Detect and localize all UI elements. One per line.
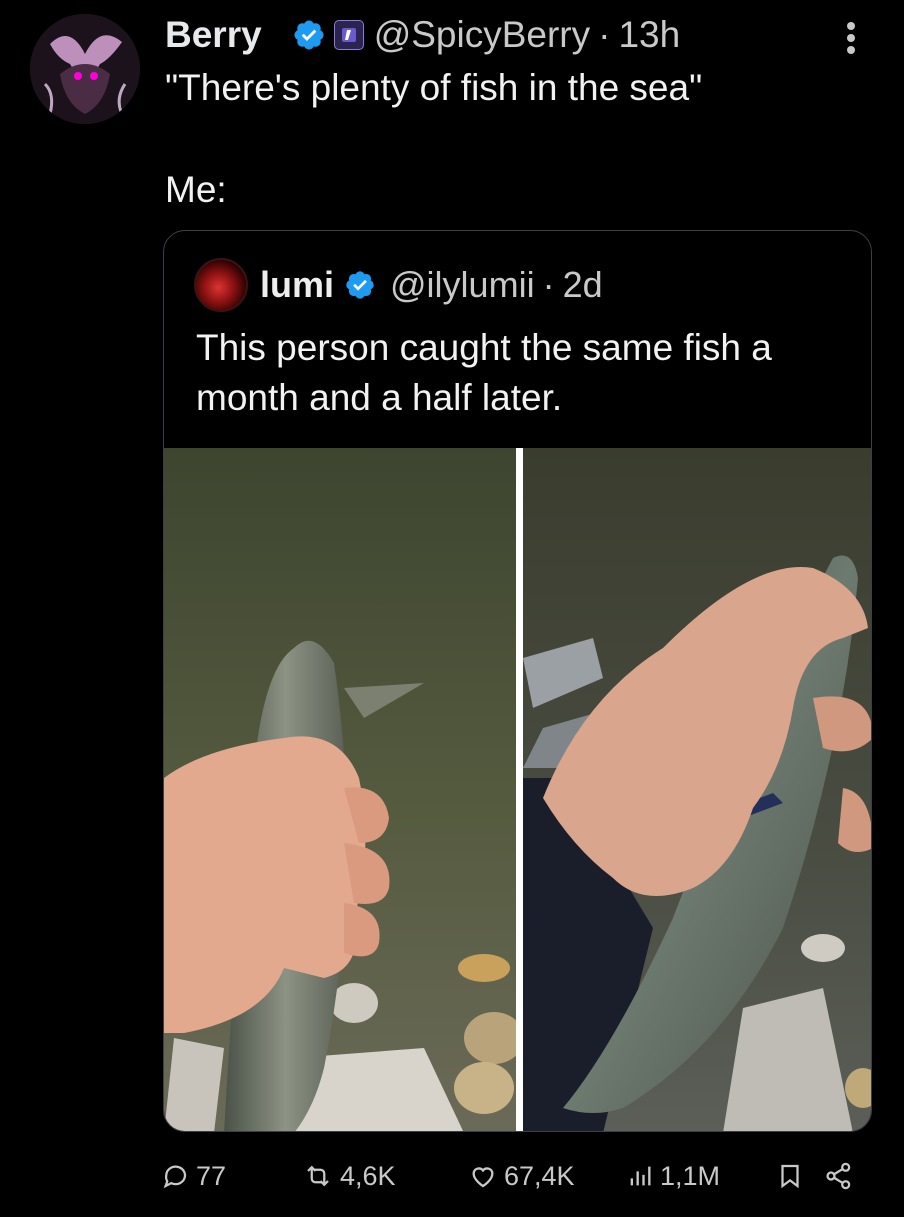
- fish-photo-right[interactable]: [523, 448, 871, 1131]
- media-divider: [516, 448, 523, 1131]
- quoted-author-avatar[interactable]: [194, 258, 248, 312]
- tweet-text-line2: Me:: [165, 169, 227, 210]
- reply-button[interactable]: 77: [160, 1148, 226, 1204]
- share-icon: [826, 1162, 851, 1190]
- fish-photo-left[interactable]: [164, 448, 516, 1131]
- like-icon: [472, 1167, 494, 1188]
- tweet-action-bar: 77 4,6K 67,4K 1,1M: [160, 1148, 870, 1204]
- tweet-timestamp[interactable]: 13h: [618, 14, 680, 56]
- separator-dot: ·: [598, 14, 611, 55]
- repost-icon: [307, 1165, 329, 1187]
- author-avatar[interactable]: [30, 14, 140, 124]
- separator-dot: ·: [542, 264, 555, 305]
- quoted-tweet-text: This person caught the same fish a month…: [196, 327, 772, 418]
- tweet-text-line1: "There's plenty of fish in the sea": [165, 67, 703, 108]
- like-button[interactable]: 67,4K: [468, 1148, 575, 1204]
- quoted-author-name[interactable]: lumi: [260, 264, 334, 306]
- views-button[interactable]: 1,1M: [626, 1148, 720, 1204]
- repost-count: 4,6K: [340, 1160, 396, 1191]
- repost-button[interactable]: 4,6K: [302, 1148, 396, 1204]
- reply-count: 77: [196, 1160, 227, 1191]
- quoted-author-handle[interactable]: @ilylumii: [390, 264, 535, 306]
- author-name[interactable]: Berry: [165, 14, 262, 56]
- quoted-tweet[interactable]: lumi @ilylumii · 2d This person caught t…: [163, 230, 872, 1132]
- verified-badge-icon[interactable]: [344, 269, 376, 301]
- bookmark-icon: [781, 1164, 799, 1189]
- reply-icon: [163, 1165, 187, 1189]
- views-count: 1,1M: [660, 1160, 721, 1191]
- share-button[interactable]: [823, 1148, 861, 1204]
- author-handle[interactable]: @SpicyBerry: [374, 14, 590, 56]
- views-icon: [630, 1166, 651, 1186]
- tweet-header: Berry @SpicyBerry · 13h: [165, 12, 680, 58]
- bookmark-button[interactable]: [775, 1148, 811, 1204]
- more-vertical-icon[interactable]: [838, 18, 864, 58]
- like-count: 67,4K: [504, 1160, 575, 1191]
- quoted-tweet-timestamp[interactable]: 2d: [563, 264, 603, 306]
- verified-badge-icon[interactable]: [292, 18, 326, 52]
- quoted-tweet-media[interactable]: [164, 448, 871, 1131]
- quoted-tweet-header: lumi @ilylumii · 2d: [194, 257, 603, 313]
- affiliate-badge-icon[interactable]: [333, 20, 364, 50]
